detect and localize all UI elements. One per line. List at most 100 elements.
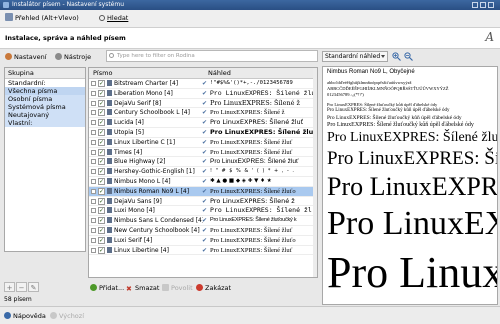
font-row[interactable]: ✓ Nimbus Mono L [4] ✔ ✱ ▲ ● ■ ◆ ◈ ✚ ▼ ♦ ★ (89, 177, 317, 187)
enabled-checkbox[interactable]: ✓ (98, 197, 105, 205)
expand-icon[interactable] (91, 227, 96, 233)
font-row[interactable]: ✓ Century Schoolbook L [4] ✔ Pro LinuxEXPRE… (89, 108, 317, 119)
installed-check-icon: ✔ (202, 246, 208, 254)
expand-icon[interactable] (91, 159, 96, 165)
expand-icon[interactable] (91, 218, 96, 224)
font-row[interactable]: ✓ Nimbus Sans L Condensed [4] ✔ Pro LinuxEX… (89, 216, 317, 226)
edit-group-button[interactable]: ✎ (28, 282, 39, 292)
preview-charset-line: abbcčdďeéěfghiíjklmnňoópqrřsštťuúůvwxyýz… (327, 80, 412, 85)
group-column-header[interactable]: Skupina (5, 68, 85, 79)
preview-mode-select[interactable]: Standardní náhled (322, 51, 388, 62)
font-row[interactable]: ✓ DejaVu Serif [8] ✔ Pro LinuxEXPRES: Šílen… (89, 99, 317, 109)
zoom-in-icon[interactable] (392, 52, 401, 61)
expand-icon[interactable] (91, 90, 96, 96)
enabled-checkbox[interactable]: ✓ (98, 80, 105, 87)
add-font-button[interactable]: Přidat... (90, 283, 124, 293)
font-file-icon (107, 99, 112, 106)
enabled-checkbox[interactable]: ✓ (98, 177, 105, 185)
delete-icon: ✖ (126, 285, 132, 293)
preview-charset-line: 0123456789.:,;(*!?') (327, 92, 364, 97)
font-preview-text: Pro LinuxEXPRES: Šílené ž (210, 196, 295, 205)
enabled-checkbox[interactable]: ✓ (98, 119, 105, 127)
font-row[interactable]: ✓ Bitstream Charter [4] ✔ !"#$%&'()*+,-./01… (89, 79, 317, 89)
settings-button[interactable]: Nastavení (5, 52, 47, 62)
font-row[interactable]: ✓ DejaVu Sans [9] ✔ Pro LinuxEXPRES: Šílené… (89, 197, 317, 207)
installed-check-icon: ✔ (202, 128, 208, 136)
enabled-checkbox[interactable]: ✓ (98, 226, 105, 234)
maximize-button[interactable] (480, 2, 486, 8)
font-row[interactable]: ✓ Linux Libertine C [1] ✔ Pro LinuxEXPRES: … (89, 138, 317, 148)
font-row[interactable]: ✓ New Century Schoolbook [4] ✔ Pro LinuxEXP… (89, 226, 317, 236)
zoom-out-icon[interactable] (404, 52, 413, 61)
font-file-icon (107, 207, 112, 214)
group-item[interactable]: Neutajovaný (5, 111, 85, 119)
filter-input[interactable]: Type here to filter on Rodina (106, 50, 318, 62)
font-row[interactable]: ✓ Lucida [4] ✔ Pro LinuxEXPRES: Šílené žluť (89, 118, 317, 128)
expand-icon[interactable] (91, 198, 96, 204)
expand-icon[interactable] (91, 139, 96, 145)
enabled-checkbox[interactable]: ✓ (98, 207, 105, 215)
expand-icon[interactable] (91, 110, 96, 116)
add-group-button[interactable]: + (4, 282, 15, 292)
expand-icon[interactable] (91, 129, 96, 135)
enabled-checkbox[interactable]: ✓ (98, 168, 105, 176)
font-file-icon (107, 197, 112, 204)
close-button[interactable] (488, 2, 494, 8)
font-row[interactable]: ✓ Times [4] ✔ Pro LinuxEXPRES: Šílené žluť (89, 148, 317, 158)
expand-icon[interactable] (91, 100, 96, 106)
search-button[interactable]: Hledat (99, 13, 128, 24)
font-row[interactable]: ✓ Linux Libertine [4] ✔ Pro LinuxEXPRES: Ší… (89, 246, 317, 256)
overview-button[interactable]: Přehled (Alt+Vlevo) (5, 13, 79, 24)
expand-icon[interactable] (91, 178, 96, 184)
preview-mode-value: Standardní náhled (325, 53, 381, 60)
font-row[interactable]: ✓ Blue Highway [2] ✔ Pro LinuxEXPRES: Šílen… (89, 157, 317, 168)
font-row[interactable]: ✓ Luxi Mono [4] ✔ Pro LinuxEXPRES: Šílené ž… (89, 206, 317, 217)
tools-button[interactable]: Nástroje (55, 52, 91, 62)
font-preview-text: Pro LinuxEXPRES: Šílené žluťoučký k (210, 217, 297, 224)
group-item[interactable]: Vlastní: (5, 119, 85, 127)
overview-icon (5, 13, 13, 21)
group-item[interactable]: Standardní: (5, 79, 85, 87)
enable-font-button[interactable]: Povolit (162, 283, 193, 293)
expand-icon[interactable] (91, 188, 96, 194)
help-label: Nápověda (13, 312, 46, 320)
font-list-scrollbar[interactable] (313, 68, 317, 277)
delete-font-button[interactable]: ✖ Smazat (126, 283, 159, 293)
expand-icon[interactable] (91, 120, 96, 126)
font-column-header[interactable]: Písmo (93, 68, 112, 78)
default-button[interactable]: Výchozí (50, 311, 84, 321)
remove-group-button[interactable]: − (16, 282, 27, 292)
enabled-checkbox[interactable]: ✓ (98, 217, 105, 225)
font-row[interactable]: ✓ Liberation Mono [4] ✔ Pro LinuxEXPRES: Ší… (89, 89, 317, 99)
expand-icon[interactable] (91, 208, 96, 214)
group-item[interactable]: Osobní písma (5, 95, 85, 103)
font-row[interactable]: ✓ Hershey-Gothic-English [1] ✔! " # $ % & … (89, 167, 317, 177)
font-row[interactable]: ✓ Utopia [5] ✔ Pro LinuxEXPRES: Šílené žluť (89, 128, 317, 138)
expand-icon[interactable] (91, 81, 96, 86)
expand-icon[interactable] (91, 247, 96, 253)
group-item[interactable]: Systémová písma (5, 103, 85, 111)
enabled-checkbox[interactable]: ✓ (98, 187, 105, 195)
enabled-checkbox[interactable]: ✓ (98, 138, 105, 146)
help-button[interactable]: Nápověda (4, 311, 46, 321)
enabled-checkbox[interactable]: ✓ (98, 148, 105, 156)
enabled-checkbox[interactable]: ✓ (98, 89, 105, 97)
font-name-text: Bitstream Charter [4] (114, 80, 179, 87)
font-row[interactable]: ✓ Nimbus Roman No9 L [4] ✔ Pro LinuxEXPRES:… (89, 186, 317, 197)
group-item[interactable]: Všechna písma (5, 87, 85, 95)
enabled-checkbox[interactable]: ✓ (98, 158, 105, 166)
preview-column-header[interactable]: Náhled (208, 68, 231, 78)
preview-large-line: Pro LinuxEXPRES: (327, 172, 498, 201)
enable-label: Povolit (171, 284, 193, 292)
disable-font-button[interactable]: Zakázat (196, 283, 231, 293)
expand-icon[interactable] (91, 169, 96, 175)
enabled-checkbox[interactable]: ✓ (98, 246, 105, 254)
expand-icon[interactable] (91, 237, 96, 243)
enabled-checkbox[interactable]: ✓ (98, 109, 105, 117)
minimize-button[interactable] (472, 2, 478, 8)
enabled-checkbox[interactable]: ✓ (98, 128, 105, 136)
font-row[interactable]: ✓ Luxi Serif [4] ✔ Pro LinuxEXPRES: Šílené … (89, 236, 317, 246)
expand-icon[interactable] (91, 149, 96, 155)
enabled-checkbox[interactable]: ✓ (98, 236, 105, 244)
enabled-checkbox[interactable]: ✓ (98, 99, 105, 107)
